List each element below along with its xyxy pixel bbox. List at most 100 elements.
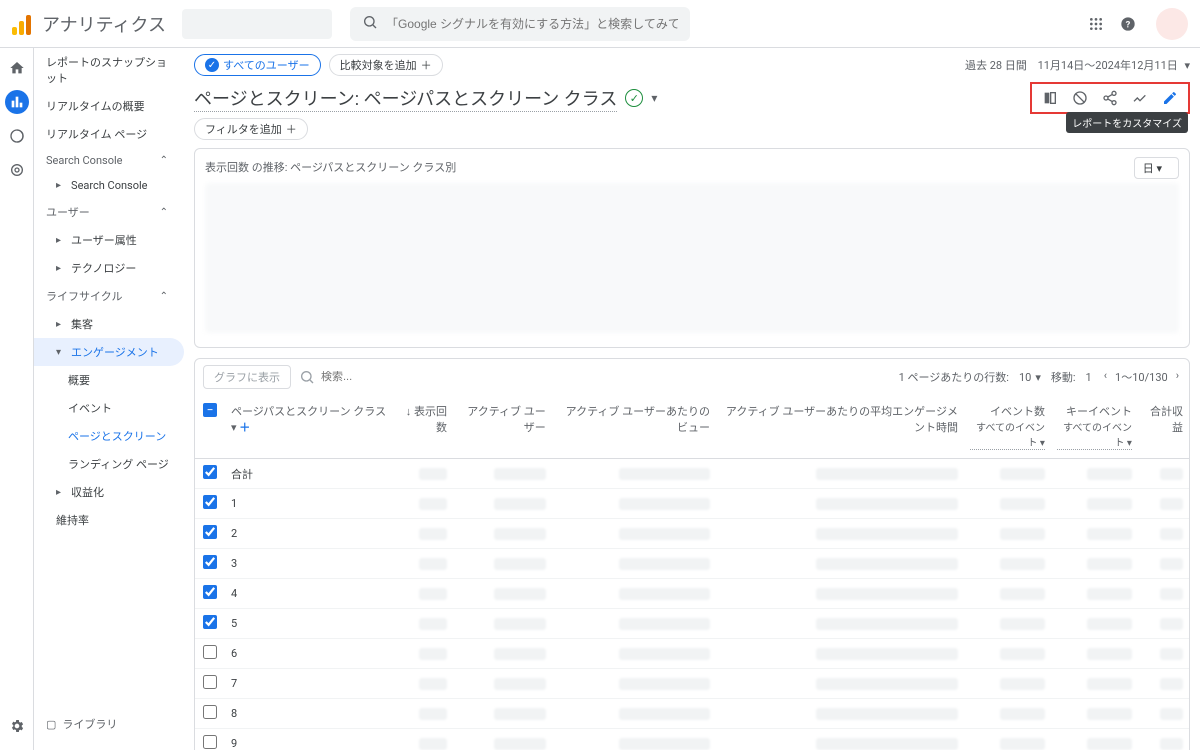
row-index: 9 [225,729,395,750]
col-key-events[interactable]: キーイベントすべてのイベント ▾ [1051,395,1138,459]
row-index: 2 [225,519,395,549]
left-nav: レポートのスナップショット リアルタイムの概要 リアルタイム ページ Searc… [34,48,184,750]
row-checkbox[interactable] [203,615,217,629]
nav-pages-screens[interactable]: ページとスクリーン [34,422,184,450]
row-checkbox[interactable] [203,495,217,509]
chip-add-compare[interactable]: 比較対象を追加＋ [329,54,443,76]
reports-icon[interactable] [5,90,29,114]
table-controls: グラフに表示 1 ページあたりの行数: 10 ▾ 移動: 1 ‹ 1～10/13… [195,359,1189,395]
insights-icon[interactable] [1130,88,1150,108]
total-label: 合計 [225,459,395,489]
nav-library[interactable]: ▢ライブラリ [34,710,129,738]
row-index: 5 [225,609,395,639]
nav-user-attr[interactable]: ▸ユーザー属性 [34,226,184,254]
goto-label: 移動: [1051,369,1076,385]
search-icon [299,369,315,385]
chart-card: 表示回数 の推移: ページパスとスクリーン クラス別 日 ▾ [194,148,1190,348]
row-index: 1 [225,489,395,519]
nav-snapshot[interactable]: レポートのスナップショット [34,48,184,92]
apps-icon[interactable] [1084,12,1108,36]
search-input[interactable] [386,17,678,31]
avatar[interactable] [1156,8,1188,40]
nav-engagement[interactable]: ▾エンゲージメント [34,338,184,366]
search-field[interactable] [350,7,690,41]
rows-per-page-select[interactable]: 10 ▾ [1019,371,1041,384]
home-icon[interactable] [5,56,29,80]
toolbar: ✓すべてのユーザー 比較対象を追加＋ 過去 28 日間 11月14日～2024年… [184,48,1200,82]
draw-chart-button[interactable]: グラフに表示 [203,365,291,389]
help-icon[interactable]: ? [1116,12,1140,36]
admin-gear-icon[interactable] [5,714,29,738]
row-index: 3 [225,549,395,579]
nav-realtime-pages[interactable]: リアルタイム ページ [34,120,184,148]
row-index: 6 [225,639,395,669]
col-dimension[interactable]: ページパスとスクリーン クラス ▾ ＋ [225,395,395,459]
page-range: 1～10/130 [1113,369,1170,385]
prev-page-icon[interactable]: ‹ [1102,369,1109,385]
date-range[interactable]: 過去 28 日間 11月14日～2024年12月11日 ▾ [965,57,1190,73]
nav-landing[interactable]: ランディング ページ [34,450,184,478]
data-table: − ページパスとスクリーン クラス ▾ ＋ ↓ 表示回数 アクティブ ユーザー … [195,395,1189,750]
advertising-icon[interactable] [5,158,29,182]
row-checkbox[interactable] [203,465,217,479]
share-icon[interactable] [1100,88,1120,108]
svg-text:?: ? [1126,19,1131,30]
table-search-input[interactable] [321,371,441,383]
nav-events[interactable]: イベント [34,394,184,422]
granularity-select[interactable]: 日 ▾ [1134,157,1179,179]
compare-icon[interactable] [1040,88,1060,108]
chart-body [205,183,1179,333]
next-page-icon[interactable]: › [1174,369,1181,385]
ga-logo-icon [12,13,34,35]
nav-realtime-overview[interactable]: リアルタイムの概要 [34,92,184,120]
col-revenue[interactable]: 合計収益 [1138,395,1189,459]
col-views-per-user[interactable]: アクティブ ユーザーあたりのビュー [552,395,716,459]
row-checkbox[interactable] [203,555,217,569]
chip-add-filter[interactable]: フィルタを追加＋ [194,118,308,140]
brand-name: アナリティクス [42,11,166,37]
topbar: アナリティクス ? [0,0,1200,48]
action-highlight-box: レポートをカスタマイズ [1030,82,1190,114]
row-checkbox[interactable] [203,645,217,659]
status-check-icon[interactable]: ✓ [625,89,643,107]
goto-select[interactable]: 1 [1086,371,1092,384]
main-content: ✓すべてのユーザー 比較対象を追加＋ 過去 28 日間 11月14日～2024年… [184,48,1200,750]
nav-section-user[interactable]: ユーザー⌃ [34,198,184,226]
page-title: ページとスクリーン: ページパスとスクリーン クラス [194,85,617,112]
chevron-down-icon[interactable]: ▾ [651,91,657,105]
col-active-users[interactable]: アクティブ ユーザー [453,395,552,459]
edit-pencil-icon[interactable] [1160,88,1180,108]
row-index: 8 [225,699,395,729]
select-all-checkbox[interactable]: − [203,403,217,417]
row-checkbox[interactable] [203,675,217,689]
row-index: 4 [225,579,395,609]
rows-per-page-label: 1 ページあたりの行数: [899,369,1009,385]
property-selector[interactable] [182,9,332,39]
row-checkbox[interactable] [203,735,217,749]
table-card: グラフに表示 1 ページあたりの行数: 10 ▾ 移動: 1 ‹ 1～10/13… [194,358,1190,750]
row-checkbox[interactable] [203,585,217,599]
tooltip-customize: レポートをカスタマイズ [1066,112,1188,133]
row-checkbox[interactable] [203,525,217,539]
nav-retention[interactable]: 維持率 [34,506,184,534]
col-event-count[interactable]: イベント数すべてのイベント ▾ [964,395,1051,459]
explore-icon[interactable] [5,124,29,148]
nav-overview[interactable]: 概要 [34,366,184,394]
row-index: 7 [225,669,395,699]
nav-section-search-console[interactable]: Search Console⌃ [34,148,184,173]
nav-tech[interactable]: ▸テクノロジー [34,254,184,282]
nav-rail [0,48,34,750]
library-icon: ▢ [46,718,56,731]
nav-section-lifecycle[interactable]: ライフサイクル⌃ [34,282,184,310]
chart-title: 表示回数 の推移: ページパスとスクリーン クラス別 [205,159,1179,175]
nav-acquisition[interactable]: ▸集客 [34,310,184,338]
nav-search-console[interactable]: ▸Search Console [34,173,184,198]
search-icon [362,14,378,33]
nav-monetization[interactable]: ▸収益化 [34,478,184,506]
chip-all-users[interactable]: ✓すべてのユーザー [194,54,321,76]
table-search[interactable] [299,369,441,385]
no-data-icon[interactable] [1070,88,1090,108]
row-checkbox[interactable] [203,705,217,719]
col-avg-engagement[interactable]: アクティブ ユーザーあたりの平均エンゲージメント時間 [716,395,964,459]
col-views[interactable]: ↓ 表示回数 [395,395,453,459]
